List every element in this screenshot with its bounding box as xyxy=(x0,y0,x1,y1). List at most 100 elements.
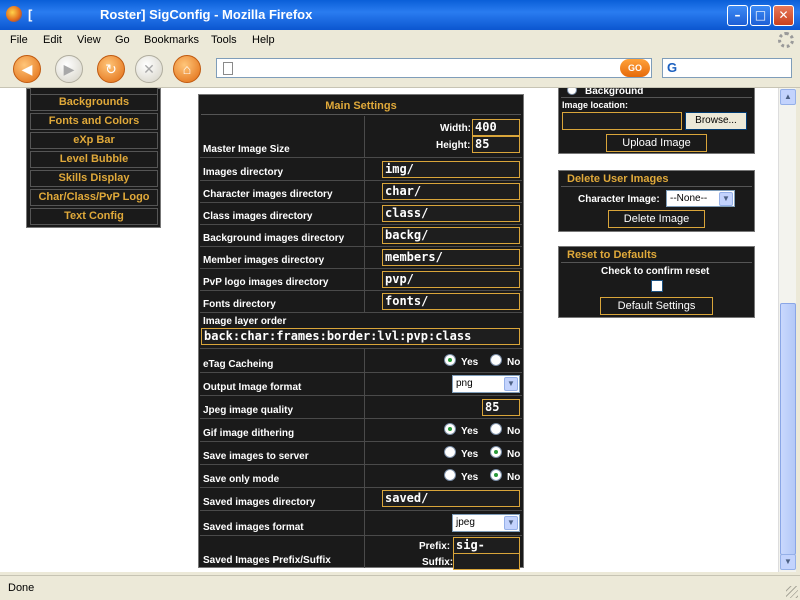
layer-order-input[interactable]: back:char:frames:border:lvl:pvp:class xyxy=(201,328,520,345)
fonts-dir-input[interactable]: fonts/ xyxy=(382,293,520,310)
etag-no-radio[interactable] xyxy=(490,354,502,366)
save-server-no-radio[interactable] xyxy=(490,446,502,458)
etag-label: eTag Cacheing xyxy=(203,359,274,370)
gif-dither-yes-radio[interactable] xyxy=(444,423,456,435)
menu-help[interactable]: Help xyxy=(252,34,275,46)
reset-defaults-title: Reset to Defaults xyxy=(561,248,752,263)
nav-item-level-bubble[interactable]: Level Bubble xyxy=(30,151,158,168)
save-server-yes-radio[interactable] xyxy=(444,446,456,458)
class-dir-label: Class images directory xyxy=(203,211,313,222)
menu-bar: File Edit View Go Bookmarks Tools Help xyxy=(0,30,800,50)
menu-tools[interactable]: Tools xyxy=(211,34,237,46)
default-settings-button[interactable]: Default Settings xyxy=(600,297,713,315)
nav-item-fonts-colors[interactable]: Fonts and Colors xyxy=(30,113,158,130)
browse-button[interactable]: Browse... xyxy=(685,112,747,130)
pvp-dir-label: PvP logo images directory xyxy=(203,277,329,288)
page-content: Backgrounds Fonts and Colors eXp Bar Lev… xyxy=(0,88,778,572)
gif-dither-yes-label: Yes xyxy=(461,426,479,437)
character-image-label: Character Image: xyxy=(578,194,660,205)
nav-item-skills-display[interactable]: Skills Display xyxy=(30,170,158,187)
save-only-no-label: No xyxy=(507,472,521,483)
member-dir-label: Member images directory xyxy=(203,255,325,266)
height-input[interactable]: 85 xyxy=(472,136,520,153)
prefix-input[interactable]: sig- xyxy=(453,537,520,554)
delete-user-images-panel: Delete User Images Character Image: --No… xyxy=(558,170,755,232)
output-format-value: png xyxy=(456,378,473,389)
background-radio[interactable] xyxy=(567,88,577,95)
character-dir-row: Character images directory char/ xyxy=(200,181,522,203)
etag-yes-radio[interactable] xyxy=(444,354,456,366)
saved-dir-row: Saved images directory saved/ xyxy=(200,488,522,511)
menu-go[interactable]: Go xyxy=(115,34,130,46)
fonts-dir-label: Fonts directory xyxy=(203,299,276,310)
saved-format-value: jpeg xyxy=(456,517,475,528)
search-input[interactable]: G xyxy=(662,58,792,78)
save-server-no-label: No xyxy=(507,449,521,460)
image-location-label: Image location: xyxy=(562,100,629,110)
member-dir-input[interactable]: members/ xyxy=(382,249,520,266)
maximize-button[interactable]: □ xyxy=(750,5,771,26)
scroll-up-icon[interactable]: ▲ xyxy=(780,89,796,105)
close-button[interactable]: ✕ xyxy=(773,5,794,26)
vertical-scrollbar[interactable]: ▲ ▼ xyxy=(778,88,796,572)
nav-item-exp-bar[interactable]: eXp Bar xyxy=(30,132,158,149)
window-title-prefix: [ xyxy=(28,7,33,22)
suffix-label: Suffix: xyxy=(422,557,454,568)
saved-format-row: Saved images format jpeg ▼ xyxy=(200,511,522,536)
reset-defaults-panel: Reset to Defaults Check to confirm reset… xyxy=(558,246,755,318)
go-button[interactable]: GO xyxy=(620,59,650,77)
chevron-down-icon: ▼ xyxy=(504,377,518,391)
suffix-input[interactable] xyxy=(453,553,520,570)
confirm-reset-checkbox[interactable] xyxy=(651,280,663,292)
nav-item-backgrounds[interactable]: Backgrounds xyxy=(30,94,158,111)
images-dir-input[interactable]: img/ xyxy=(382,161,520,178)
gif-dither-label: Gif image dithering xyxy=(203,428,295,439)
prefix-suffix-row: Saved Images Prefix/Suffix Prefix: sig- … xyxy=(200,536,522,570)
reload-button[interactable]: ↻ xyxy=(97,55,125,83)
menu-view[interactable]: View xyxy=(77,34,101,46)
stop-button[interactable]: ✕ xyxy=(135,55,163,83)
background-dir-row: Background images directory backg/ xyxy=(200,225,522,247)
gif-dither-no-radio[interactable] xyxy=(490,423,502,435)
menu-bookmarks[interactable]: Bookmarks xyxy=(144,34,199,46)
save-server-label: Save images to server xyxy=(203,451,309,462)
upload-image-button[interactable]: Upload Image xyxy=(606,134,707,152)
save-only-no-radio[interactable] xyxy=(490,469,502,481)
output-format-select[interactable]: png ▼ xyxy=(452,375,520,393)
saved-dir-input[interactable]: saved/ xyxy=(382,490,520,507)
scroll-down-icon[interactable]: ▼ xyxy=(780,554,796,570)
width-input[interactable]: 400 xyxy=(472,119,520,136)
jpeg-quality-input[interactable]: 85 xyxy=(482,399,520,416)
main-settings-panel: Main Settings Master Image Size Width: 4… xyxy=(198,94,524,570)
scrollbar-thumb[interactable] xyxy=(780,303,796,555)
nav-item-text-config[interactable]: Text Config xyxy=(30,208,158,225)
character-dir-input[interactable]: char/ xyxy=(382,183,520,200)
resize-grip-icon[interactable] xyxy=(786,586,798,598)
save-only-yes-radio[interactable] xyxy=(444,469,456,481)
forward-button[interactable]: ▶ xyxy=(55,55,83,83)
upload-panel: Background Image location: Browse... Upl… xyxy=(558,88,755,154)
url-bar[interactable] xyxy=(216,58,652,78)
background-dir-input[interactable]: backg/ xyxy=(382,227,520,244)
menu-edit[interactable]: Edit xyxy=(43,34,62,46)
fonts-dir-row: Fonts directory fonts/ xyxy=(200,291,522,313)
chevron-down-icon: ▼ xyxy=(719,192,733,206)
pvp-dir-row: PvP logo images directory pvp/ xyxy=(200,269,522,291)
home-button[interactable]: ⌂ xyxy=(173,55,201,83)
back-button[interactable]: ◀ xyxy=(13,55,41,83)
character-image-select[interactable]: --None-- ▼ xyxy=(666,190,735,207)
class-dir-input[interactable]: class/ xyxy=(382,205,520,222)
width-label: Width: xyxy=(440,123,472,134)
main-settings-title: Main Settings xyxy=(201,97,521,115)
nav-item-logo[interactable]: Char/Class/PvP Logo xyxy=(30,189,158,206)
delete-image-button[interactable]: Delete Image xyxy=(608,210,705,228)
minimize-button[interactable]: – xyxy=(727,5,748,26)
image-location-input[interactable] xyxy=(562,112,682,130)
menu-file[interactable]: File xyxy=(10,34,28,46)
gif-dither-row: Gif image dithering Yes No xyxy=(200,419,522,442)
pvp-dir-input[interactable]: pvp/ xyxy=(382,271,520,288)
saved-format-select[interactable]: jpeg ▼ xyxy=(452,514,520,532)
background-dir-label: Background images directory xyxy=(203,233,345,244)
master-image-size-row: Master Image Size Width: 400 Height: 85 xyxy=(200,116,522,158)
prefix-suffix-label: Saved Images Prefix/Suffix xyxy=(203,555,331,566)
